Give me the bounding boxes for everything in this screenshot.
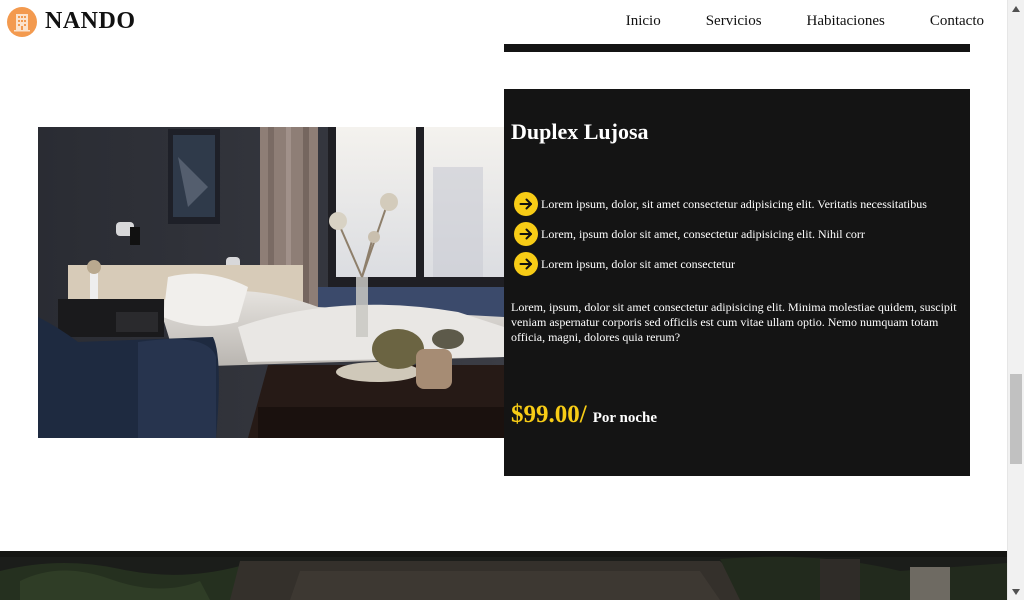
- next-section-background: [0, 551, 1007, 600]
- page-scrollbar[interactable]: [1007, 0, 1024, 600]
- main-nav: Inicio Servicios Habitaciones Contacto: [581, 13, 984, 30]
- arrow-right-circle-icon: [514, 222, 538, 246]
- site-header: NANDO Inicio Servicios Habitaciones Cont…: [0, 0, 1007, 44]
- feature-text: Lorem, ipsum dolor sit amet, consectetur…: [541, 226, 865, 241]
- room-price: $99.00/: [511, 401, 587, 428]
- room-description: Lorem, ipsum, dolor sit amet consectetur…: [511, 300, 957, 344]
- previous-room-card-edge: [504, 44, 970, 52]
- scrollbar-thumb[interactable]: [1010, 374, 1022, 464]
- nav-servicios[interactable]: Servicios: [706, 13, 762, 30]
- feature-item: Lorem, ipsum dolor sit amet, consectetur…: [514, 219, 927, 249]
- price-row: $99.00/ Por noche: [511, 401, 657, 429]
- feature-text: Lorem ipsum, dolor, sit amet consectetur…: [541, 196, 927, 211]
- nav-inicio[interactable]: Inicio: [626, 13, 661, 30]
- brand-name[interactable]: NANDO: [45, 8, 136, 35]
- hotel-room-photo: [38, 127, 504, 438]
- arrow-right-circle-icon: [514, 252, 538, 276]
- nav-habitaciones[interactable]: Habitaciones: [807, 13, 885, 30]
- feature-item: Lorem ipsum, dolor sit amet consectetur: [514, 249, 927, 279]
- arrow-right-circle-icon: [514, 192, 538, 216]
- scroll-down-arrow-icon[interactable]: [1008, 583, 1024, 600]
- feature-list: Lorem ipsum, dolor, sit amet consectetur…: [514, 189, 927, 279]
- feature-item: Lorem ipsum, dolor, sit amet consectetur…: [514, 189, 927, 219]
- room-card: Duplex Lujosa Lorem ipsum, dolor, sit am…: [504, 89, 970, 476]
- price-unit: Por noche: [592, 410, 658, 426]
- scroll-up-arrow-icon[interactable]: [1008, 0, 1024, 17]
- room-title: Duplex Lujosa: [511, 119, 649, 144]
- hotel-building-icon[interactable]: [7, 7, 37, 37]
- feature-text: Lorem ipsum, dolor sit amet consectetur: [541, 256, 735, 271]
- nav-contacto[interactable]: Contacto: [930, 13, 984, 30]
- page: NANDO Inicio Servicios Habitaciones Cont…: [0, 0, 1024, 600]
